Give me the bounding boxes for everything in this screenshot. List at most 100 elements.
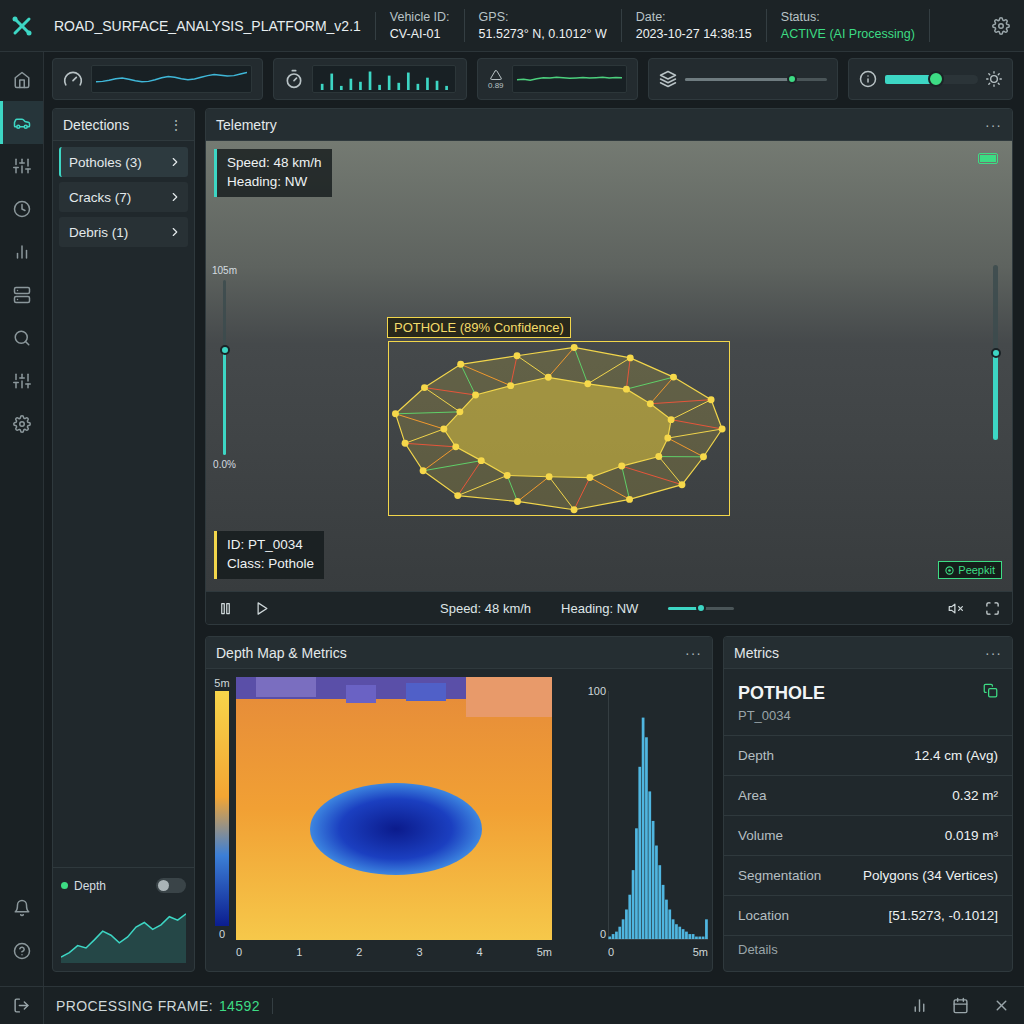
polygon-vertex[interactable] [700, 453, 707, 460]
polygon-vertex[interactable] [668, 416, 675, 423]
calendar-icon[interactable] [952, 997, 969, 1014]
zoom-knob[interactable] [991, 348, 1001, 358]
zoom-track[interactable] [993, 265, 998, 440]
polygon-vertex[interactable] [545, 374, 552, 381]
polygon-vertex[interactable] [708, 396, 715, 403]
slider-track[interactable] [885, 75, 978, 84]
polygon-vertex[interactable] [571, 344, 578, 351]
details-link[interactable]: Details [724, 935, 1012, 963]
toolbar-widget[interactable] [52, 58, 263, 100]
seek-slider[interactable] [668, 607, 734, 610]
nav-item[interactable] [0, 359, 43, 402]
scale-track[interactable] [223, 280, 226, 455]
slider-knob[interactable] [787, 74, 797, 84]
exit-button[interactable] [0, 987, 44, 1024]
polygon-vertex[interactable] [421, 384, 428, 391]
panel-menu[interactable]: ⋮ [169, 117, 184, 133]
nav-item[interactable] [0, 58, 43, 101]
polygon-vertex[interactable] [507, 382, 514, 389]
polygon-vertex[interactable] [478, 457, 485, 464]
polygon-vertex[interactable] [586, 474, 593, 481]
help-button[interactable] [0, 929, 43, 972]
x-tick: 5m [537, 946, 552, 958]
detection-box[interactable]: POTHOLE (89% Confidence) [388, 341, 730, 516]
nav-item[interactable] [0, 402, 43, 445]
polygon-vertex[interactable] [402, 440, 409, 447]
toolbar-widget[interactable] [273, 58, 467, 100]
histogram-bar [695, 937, 698, 939]
right-column: Telemetry···Speed: 48 km/hHeading: NW105… [205, 108, 1013, 972]
polygon-vertex[interactable] [618, 463, 625, 470]
fullscreen-icon[interactable] [985, 601, 1000, 616]
toolbar-widget[interactable] [848, 58, 1013, 100]
copy-icon[interactable] [983, 683, 998, 698]
polygon-vertex[interactable] [584, 380, 591, 387]
x-axis: 05m [608, 940, 708, 958]
logo[interactable] [0, 0, 44, 51]
play-icon[interactable] [255, 601, 270, 616]
polygon-vertex[interactable] [678, 481, 685, 488]
nav-item[interactable] [0, 144, 43, 187]
home-icon [13, 71, 31, 89]
polygon-vertex[interactable] [514, 352, 521, 359]
metric-value: 0.019 m³ [945, 828, 998, 843]
detection-item[interactable]: Potholes (3) [59, 147, 188, 177]
histogram-bar [655, 846, 658, 939]
polygon-vertex[interactable] [647, 400, 654, 407]
help-icon [13, 942, 31, 960]
polygon-vertex[interactable] [664, 435, 671, 442]
overlay-badge[interactable]: Peepkit [938, 561, 1002, 579]
logout-icon [13, 997, 30, 1014]
polygon-vertex[interactable] [546, 473, 553, 480]
polygon-vertex[interactable] [670, 374, 677, 381]
polygon-vertex[interactable] [392, 410, 399, 417]
chart-bar [359, 82, 362, 90]
seek-track[interactable] [668, 607, 734, 610]
app-window: ROAD_SURFACE_ANALYSIS_PLATFORM_v2.1Vehic… [0, 0, 1024, 1024]
video-frame[interactable]: Speed: 48 km/hHeading: NW105m0.0%POTHOLE… [206, 141, 1012, 591]
polygon-vertex[interactable] [514, 498, 521, 505]
polygon-vertex[interactable] [626, 496, 633, 503]
nav-item[interactable] [0, 230, 43, 273]
nav-item[interactable] [0, 101, 43, 144]
polygon-vertex[interactable] [472, 392, 479, 399]
polygon-vertex[interactable] [440, 426, 447, 433]
polygon-vertex[interactable] [655, 453, 662, 460]
polygon-vertex[interactable] [456, 408, 463, 415]
polygon-vertex[interactable] [420, 467, 427, 474]
metric-value: Polygons (34 Vertices) [863, 868, 998, 883]
polygon-vertex[interactable] [627, 354, 634, 361]
nav-item[interactable] [0, 316, 43, 359]
notifications-button[interactable] [0, 886, 43, 929]
polygon-vertex[interactable] [457, 361, 464, 368]
toolbar-widget[interactable]: 0.89 [477, 58, 638, 100]
seek-knob[interactable] [696, 603, 706, 613]
polygon-vertex[interactable] [454, 492, 461, 499]
panel-menu[interactable]: ··· [985, 645, 1002, 661]
toolbar-widget[interactable] [648, 58, 838, 100]
metrics-id: PT_0034 [738, 708, 825, 723]
close-icon[interactable] [993, 997, 1010, 1014]
slider-knob[interactable] [928, 71, 944, 87]
mute-icon[interactable] [948, 601, 963, 616]
polygon-vertex[interactable] [571, 506, 578, 513]
polygon-vertex[interactable] [719, 426, 726, 433]
chart-line [61, 914, 186, 957]
scale-knob[interactable] [220, 345, 230, 355]
polygon-vertex[interactable] [504, 472, 511, 479]
detection-item[interactable]: Cracks (7) [59, 182, 188, 212]
nav-item[interactable] [0, 187, 43, 230]
depth-toggle[interactable] [156, 878, 186, 893]
chart-bar [330, 74, 333, 90]
settings-button[interactable] [978, 17, 1024, 35]
footer-icons [911, 997, 1024, 1014]
polygon-vertex[interactable] [452, 443, 459, 450]
slider-track[interactable] [685, 78, 827, 81]
panel-menu[interactable]: ··· [985, 117, 1002, 133]
panel-menu[interactable]: ··· [685, 645, 702, 661]
bar-chart-icon[interactable] [911, 997, 928, 1014]
nav-item[interactable] [0, 273, 43, 316]
pause-icon[interactable] [218, 601, 233, 616]
polygon-vertex[interactable] [623, 386, 630, 393]
detection-item[interactable]: Debris (1) [59, 217, 188, 247]
